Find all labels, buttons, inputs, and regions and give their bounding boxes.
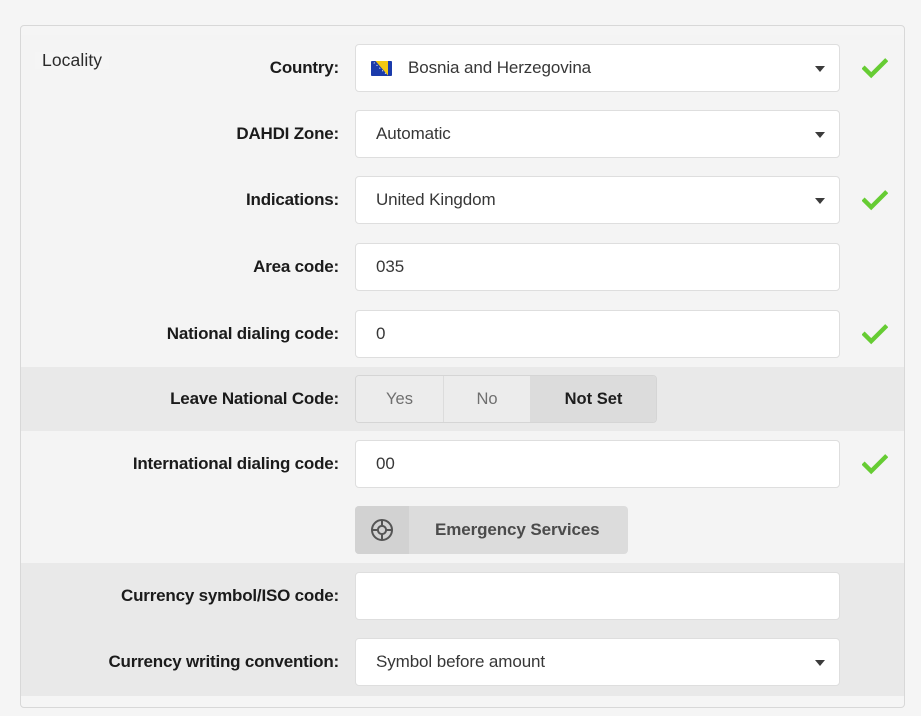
international-dialing-code-value: 00 (376, 454, 395, 473)
dahdi-zone-value: Automatic (376, 124, 451, 143)
row-emergency-services: Emergency Services (21, 497, 904, 563)
chevron-down-icon (815, 132, 825, 138)
currency-symbol-input[interactable] (355, 571, 840, 620)
validation-international-dialing-code (840, 453, 904, 475)
control-indications: United Kingdom (355, 176, 840, 224)
national-dialing-code-value: 0 (376, 323, 386, 343)
locality-fieldset: Locality Country: Bosnia and Herzegovina… (20, 25, 905, 708)
control-emergency-services: Emergency Services (355, 506, 840, 554)
validation-country (840, 57, 904, 79)
chevron-down-icon (815, 198, 825, 204)
currency-writing-convention-value: Symbol before amount (376, 652, 546, 671)
area-code-value: 035 (376, 256, 405, 276)
control-international-dialing-code: 00 (355, 440, 840, 488)
currency-writing-convention-select[interactable]: Symbol before amount (355, 638, 840, 686)
validation-indications (840, 189, 904, 211)
leave-national-code-button-group: Yes No Not Set (355, 375, 657, 423)
label-dahdi-zone: DAHDI Zone: (236, 124, 339, 143)
label-national-dialing-code: National dialing code: (166, 323, 339, 343)
dahdi-zone-select[interactable]: Automatic (355, 110, 840, 158)
label-area-code: Area code: (253, 256, 339, 276)
label-currency-writing-convention: Currency writing convention: (108, 652, 339, 671)
lifebuoy-icon (355, 506, 409, 554)
fieldset-legend: Locality (35, 51, 110, 69)
row-leave-national-code: Leave National Code: Yes No Not Set (21, 367, 904, 431)
country-select[interactable]: Bosnia and Herzegovina (355, 44, 840, 92)
area-code-input[interactable]: 035 (355, 242, 840, 291)
control-country: Bosnia and Herzegovina (355, 44, 840, 92)
indications-select[interactable]: United Kingdom (355, 176, 840, 224)
row-currency-symbol: Currency symbol/ISO code: (21, 563, 904, 628)
leave-national-code-option-yes[interactable]: Yes (356, 376, 444, 422)
row-indications: Indications: United Kingdom (21, 167, 904, 233)
leave-national-code-option-not-set[interactable]: Not Set (531, 376, 656, 422)
control-currency-symbol (355, 571, 840, 620)
check-icon (862, 323, 888, 344)
flag-bosnia-and-herzegovina-icon (371, 60, 392, 76)
control-area-code: 035 (355, 242, 840, 291)
control-leave-national-code: Yes No Not Set (355, 375, 840, 423)
label-leave-national-code: Leave National Code: (170, 389, 339, 408)
control-dahdi-zone: Automatic (355, 110, 840, 158)
emergency-services-label: Emergency Services (435, 520, 600, 539)
international-dialing-code-input[interactable]: 00 (355, 440, 840, 488)
control-currency-writing-convention: Symbol before amount (355, 638, 840, 686)
locality-rows-container: Country: Bosnia and Herzegovina DAHDI Zo… (21, 35, 904, 707)
check-icon (862, 58, 888, 79)
row-area-code: Area code: 035 (21, 233, 904, 300)
validation-national-dialing-code (840, 323, 904, 345)
label-international-dialing-code: International dialing code: (132, 454, 339, 473)
indications-value: United Kingdom (376, 190, 496, 209)
row-dahdi-zone: DAHDI Zone: Automatic (21, 101, 904, 167)
leave-national-code-option-no[interactable]: No (444, 376, 531, 422)
control-national-dialing-code: 0 (355, 309, 840, 358)
country-value: Bosnia and Herzegovina (408, 58, 592, 77)
row-currency-writing-convention: Currency writing convention: Symbol befo… (21, 628, 904, 696)
row-international-dialing-code: International dialing code: 00 (21, 431, 904, 497)
label-indications: Indications: (246, 190, 339, 209)
label-currency-symbol: Currency symbol/ISO code: (121, 585, 339, 605)
chevron-down-icon (815, 660, 825, 666)
row-country: Country: Bosnia and Herzegovina (21, 35, 904, 101)
check-icon (862, 454, 888, 475)
check-icon (862, 190, 888, 211)
emergency-services-button[interactable]: Emergency Services (355, 506, 628, 554)
national-dialing-code-input[interactable]: 0 (355, 309, 840, 358)
chevron-down-icon (815, 66, 825, 72)
locality-settings-page: Locality Country: Bosnia and Herzegovina… (0, 0, 921, 716)
row-national-dialing-code: National dialing code: 0 (21, 300, 904, 367)
